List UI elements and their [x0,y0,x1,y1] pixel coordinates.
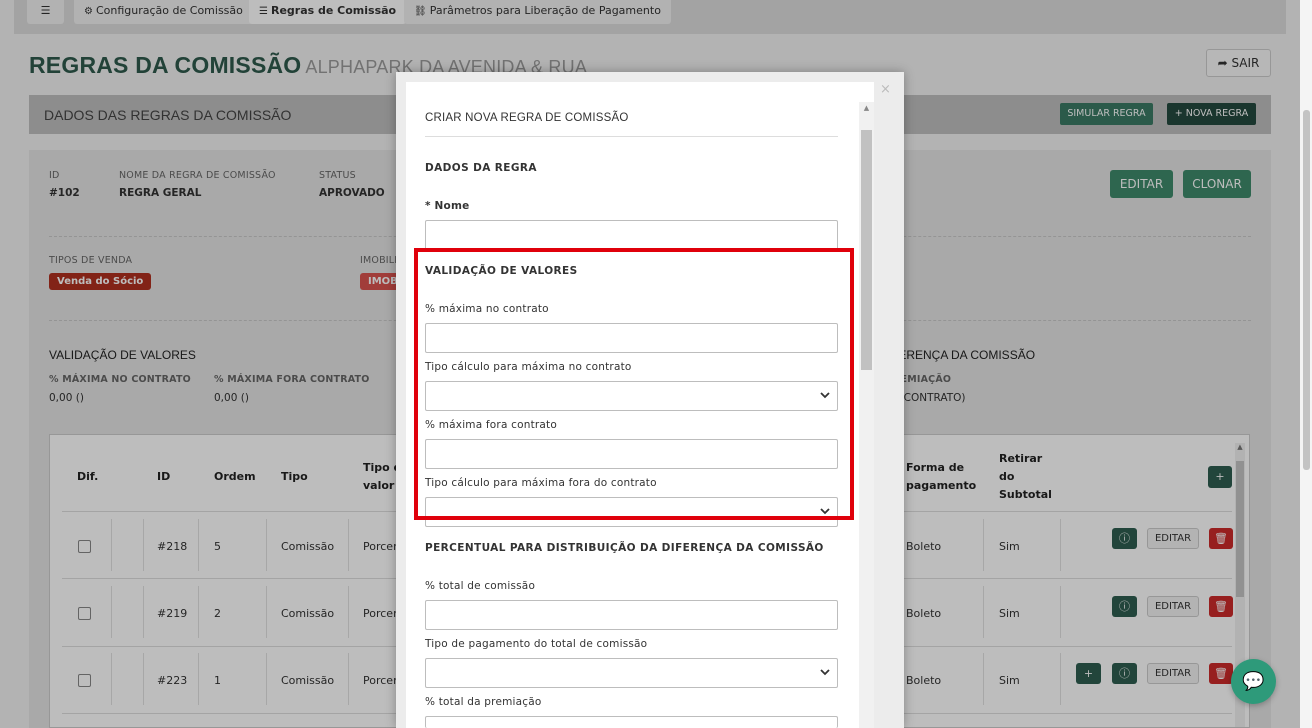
total-commission-input[interactable] [425,600,838,630]
modal-scrollbar[interactable]: ▲ [859,102,874,728]
page-scrollbar[interactable] [1300,0,1312,728]
modal-divider [425,136,838,137]
scroll-up-arrow-icon[interactable]: ▲ [859,104,874,112]
chat-button[interactable]: 💬 [1231,659,1276,704]
name-input[interactable] [425,220,838,250]
page-scrollbar-thumb[interactable] [1303,110,1310,470]
close-icon[interactable]: × [880,82,891,97]
modal-scrollbar-thumb[interactable] [861,130,872,370]
section-rule-data: DADOS DA REGRA [425,162,537,174]
total-commission-label: % total de comissão [425,580,536,592]
chat-icon: 💬 [1242,671,1265,692]
chevron-down-icon [820,669,830,676]
section-distribution: PERCENTUAL PARA DISTRIBUIÇÃO DA DIFERENÇ… [425,542,824,554]
total-award-input[interactable] [425,716,838,728]
payment-type-label: Tipo de pagamento do total de comissão [425,638,648,650]
modal-title: CRIAR NOVA REGRA DE COMISSÃO [425,112,629,124]
total-award-label: % total da premiação [425,696,542,708]
name-label: * Nome [425,200,470,212]
highlight-box [414,248,854,520]
payment-type-select[interactable] [425,658,838,688]
